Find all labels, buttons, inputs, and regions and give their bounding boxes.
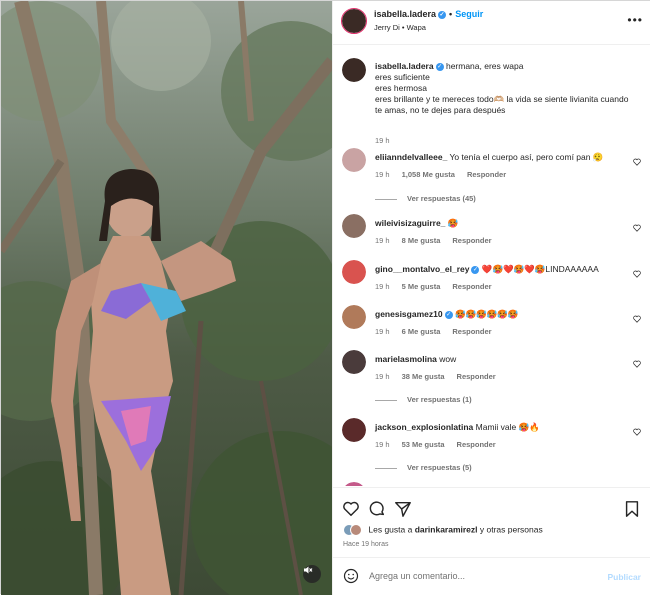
- comment-avatar[interactable]: [342, 148, 366, 172]
- caption-line: eres brillante y te mereces todo🫶🏼 la vi…: [375, 94, 629, 115]
- comment-avatar[interactable]: [342, 482, 366, 486]
- comment-likes[interactable]: 5 Me gusta: [402, 282, 441, 291]
- comment-icon[interactable]: [368, 500, 386, 518]
- video-frame-illustration: [1, 1, 332, 595]
- comment-avatar[interactable]: [342, 305, 366, 329]
- verified-icon: ✓: [444, 310, 453, 319]
- heart-icon[interactable]: [633, 224, 641, 232]
- more-horizontal-icon[interactable]: •••: [627, 13, 643, 27]
- post-time: Hace 19 horas: [343, 541, 389, 548]
- reply-button[interactable]: Responder: [452, 282, 491, 291]
- comment-text: gino__montalvo_el_rey ✓ ❤️🥵❤️🥵❤️🥵LINDAAAA…: [375, 264, 599, 274]
- comment-avatar[interactable]: [342, 260, 366, 284]
- reply-button[interactable]: Responder: [457, 372, 496, 381]
- comment-meta: 19 h 53 Me gusta Responder: [375, 440, 508, 449]
- emoji-icon[interactable]: [343, 568, 359, 584]
- comment-avatar[interactable]: [342, 214, 366, 238]
- verified-icon: ✓: [435, 62, 444, 71]
- caption-line: hermana, eres wapa: [445, 61, 524, 71]
- likes-suffix: y otras personas: [477, 524, 543, 535]
- heart-icon[interactable]: [633, 158, 641, 166]
- comment-username[interactable]: gino__montalvo_el_rey: [375, 264, 469, 274]
- comment-meta: 19 h 38 Me gusta Responder: [375, 372, 508, 381]
- view-replies-button[interactable]: Ver respuestas (1): [375, 395, 472, 404]
- comment-text: genesisgamez10 ✓ 🥵🥵🥵🥵🥵🥵: [375, 309, 519, 319]
- likes-prefix: Les gusta a: [368, 524, 415, 535]
- caption-username[interactable]: isabella.ladera: [375, 61, 434, 71]
- comment-time: 19 h: [375, 170, 390, 179]
- verified-icon: ✓: [438, 10, 447, 19]
- comment-likes[interactable]: 8 Me gusta: [402, 236, 441, 245]
- comment-meta: 19 h 8 Me gusta Responder: [375, 236, 504, 245]
- comment-likes[interactable]: 38 Me gusta: [402, 372, 445, 381]
- bookmark-icon[interactable]: [623, 500, 641, 518]
- post-modal: isabella.ladera ✓ • Seguir Jerry Di • Wapa …: [0, 0, 650, 595]
- author-line: isabella.ladera ✓ • Seguir: [374, 9, 483, 19]
- comment-text: eliianndelvalleee_ Yo tenía el cuerpo as…: [375, 152, 604, 162]
- comment-avatar[interactable]: [342, 418, 366, 442]
- heart-icon[interactable]: [342, 500, 360, 518]
- comment-meta: 19 h 1,058 Me gusta Responder: [375, 170, 518, 179]
- heart-icon[interactable]: [633, 270, 641, 278]
- publish-button[interactable]: Publicar: [607, 572, 641, 582]
- comment-meta: 19 h 6 Me gusta Responder: [375, 327, 504, 336]
- comment-text: jackson_explosionlatina Mamii vale 🥵🔥: [375, 422, 540, 432]
- comment-likes[interactable]: 53 Me gusta: [402, 440, 445, 449]
- share-icon[interactable]: [394, 500, 412, 518]
- post-actions: Les gusta a darinkaramirezl y otras pers…: [333, 487, 650, 557]
- comment-time: 19 h: [375, 282, 390, 291]
- comment-likes[interactable]: 1,058 Me gusta: [402, 170, 455, 179]
- comment-input[interactable]: [369, 567, 589, 585]
- likes-user[interactable]: darinkaramirezl: [415, 524, 478, 534]
- author-avatar[interactable]: [341, 8, 367, 34]
- follow-button[interactable]: Seguir: [455, 9, 483, 19]
- author-username[interactable]: isabella.ladera: [374, 9, 436, 19]
- audio-subtitle[interactable]: Jerry Di • Wapa: [374, 23, 426, 32]
- caption-line: eres suficiente: [375, 72, 430, 82]
- comment-time: 19 h: [375, 440, 390, 449]
- caption-time: 19 h: [375, 136, 390, 145]
- heart-icon[interactable]: [633, 315, 641, 323]
- comment-username[interactable]: genesisgamez10: [375, 309, 443, 319]
- reply-button[interactable]: Responder: [457, 440, 496, 449]
- likes-summary[interactable]: Les gusta a darinkaramirezl y otras pers…: [343, 524, 543, 536]
- caption-avatar[interactable]: [342, 58, 366, 82]
- comment-username[interactable]: jackson_explosionlatina: [375, 422, 473, 432]
- comment-avatar[interactable]: [342, 350, 366, 374]
- comment-username[interactable]: wileivisizaguirre_: [375, 218, 445, 228]
- comment-likes[interactable]: 6 Me gusta: [402, 327, 441, 336]
- post-details-panel: isabella.ladera ✓ • Seguir Jerry Di • Wapa …: [332, 1, 650, 595]
- heart-icon[interactable]: [633, 428, 641, 436]
- view-replies-button[interactable]: Ver respuestas (5): [375, 463, 472, 472]
- speaker-muted-icon: [304, 566, 313, 574]
- comment-text: marielasmolina wow: [375, 354, 457, 364]
- comment-username[interactable]: eliianndelvalleee_: [375, 152, 447, 162]
- mute-button[interactable]: [303, 565, 321, 583]
- reply-button[interactable]: Responder: [467, 170, 506, 179]
- comment-time: 19 h: [375, 372, 390, 381]
- post-header: isabella.ladera ✓ • Seguir Jerry Di • Wapa …: [333, 1, 650, 45]
- add-comment-bar: Publicar: [333, 557, 650, 595]
- comment-meta: 19 h 5 Me gusta Responder: [375, 282, 504, 291]
- separator-dot: •: [449, 9, 453, 19]
- liker-avatar: [350, 524, 362, 536]
- comment-text: wileivisizaguirre_ 🥵: [375, 218, 459, 228]
- view-replies-button[interactable]: Ver respuestas (45): [375, 194, 476, 203]
- caption-text: isabella.ladera ✓ hermana, eres wapa eres…: [375, 61, 635, 116]
- reply-button[interactable]: Responder: [452, 327, 491, 336]
- reply-button[interactable]: Responder: [452, 236, 491, 245]
- comment-time: 19 h: [375, 236, 390, 245]
- verified-icon: ✓: [471, 265, 480, 274]
- caption-line: eres hermosa: [375, 83, 427, 93]
- comment-username[interactable]: marielasmolina: [375, 354, 437, 364]
- comment-time: 19 h: [375, 327, 390, 336]
- heart-icon[interactable]: [633, 360, 641, 368]
- comments-list[interactable]: isabella.ladera ✓ hermana, eres wapa eres…: [333, 46, 650, 486]
- post-video[interactable]: [1, 1, 332, 595]
